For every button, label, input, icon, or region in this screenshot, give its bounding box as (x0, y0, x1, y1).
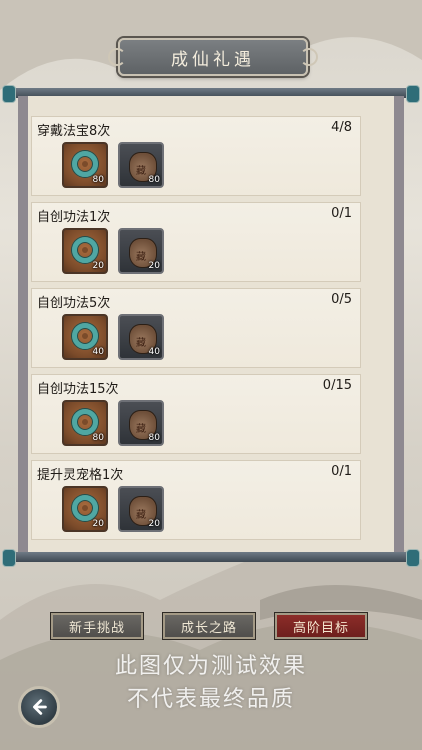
tab-growth-path[interactable]: 成长之路 (162, 612, 256, 640)
watermark-line-1: 此图仅为测试效果 (114, 654, 307, 679)
task-item: 自创功法5次 0/5 40 藏 40 (31, 288, 361, 368)
scroll-ornament-right (300, 48, 318, 66)
task-progress: 0/15 (322, 378, 352, 393)
reward-slot[interactable]: 20 (62, 228, 108, 274)
reward-slot[interactable]: 藏 80 (118, 400, 164, 446)
reward-quantity: 80 (92, 175, 104, 185)
task-progress: 4/8 (331, 120, 352, 135)
tab-beginner-challenge[interactable]: 新手挑战 (50, 612, 144, 640)
reward-quantity: 80 (92, 433, 104, 443)
reward-quantity: 80 (148, 433, 160, 443)
reward-quantity: 20 (92, 519, 104, 529)
reward-slot[interactable]: 80 (62, 400, 108, 446)
reward-quantity: 20 (148, 261, 160, 271)
reward-quantity: 20 (92, 261, 104, 271)
scroll-rod-bottom (2, 549, 420, 567)
title-banner: 成仙礼遇 (108, 38, 318, 76)
task-item: 自创功法15次 0/15 80 藏 80 (31, 374, 361, 454)
task-item: 提升灵宠格1次 0/1 20 藏 20 (31, 460, 361, 540)
reward-slot[interactable]: 藏 40 (118, 314, 164, 360)
reward-slot[interactable]: 40 (62, 314, 108, 360)
jade-ring-icon (72, 151, 98, 177)
task-list[interactable]: 穿戴法宝8次 4/8 80 藏 80 自创功法1次 0/1 20 藏 20 自创… (31, 116, 391, 552)
jade-ring-icon (72, 323, 98, 349)
reward-slot[interactable]: 80 (62, 142, 108, 188)
reward-quantity: 40 (92, 347, 104, 357)
rod-end-left (2, 549, 16, 567)
tab-advanced-goals[interactable]: 高阶目标 (274, 612, 368, 640)
rod-end-right (406, 549, 420, 567)
watermark-line-2: 不代表最终品质 (126, 687, 295, 712)
task-item: 穿戴法宝8次 4/8 80 藏 80 (31, 116, 361, 196)
scroll-ornament-left (108, 48, 126, 66)
jade-ring-icon (72, 237, 98, 263)
reward-slot[interactable]: 藏 80 (118, 142, 164, 188)
reward-quantity: 80 (148, 175, 160, 185)
reward-slot[interactable]: 藏 20 (118, 228, 164, 274)
back-button[interactable] (18, 686, 60, 728)
reward-quantity: 20 (148, 519, 160, 529)
task-name: 提升灵宠格1次 (37, 468, 124, 483)
rod-end-left (2, 85, 16, 103)
task-name: 穿戴法宝8次 (37, 124, 111, 139)
task-name: 自创功法1次 (37, 210, 111, 225)
jade-ring-icon (72, 495, 98, 521)
back-arrow-icon (33, 699, 47, 715)
task-progress: 0/1 (331, 464, 352, 479)
task-name: 自创功法15次 (37, 382, 119, 397)
task-progress: 0/5 (331, 292, 352, 307)
task-item: 自创功法1次 0/1 20 藏 20 (31, 202, 361, 282)
task-progress: 0/1 (331, 206, 352, 221)
reward-slot[interactable]: 20 (62, 486, 108, 532)
reward-quantity: 40 (148, 347, 160, 357)
jade-ring-icon (72, 409, 98, 435)
rod-end-right (406, 85, 420, 103)
page-title: 成仙礼遇 (171, 49, 255, 70)
reward-slot[interactable]: 藏 20 (118, 486, 164, 532)
task-name: 自创功法5次 (37, 296, 111, 311)
